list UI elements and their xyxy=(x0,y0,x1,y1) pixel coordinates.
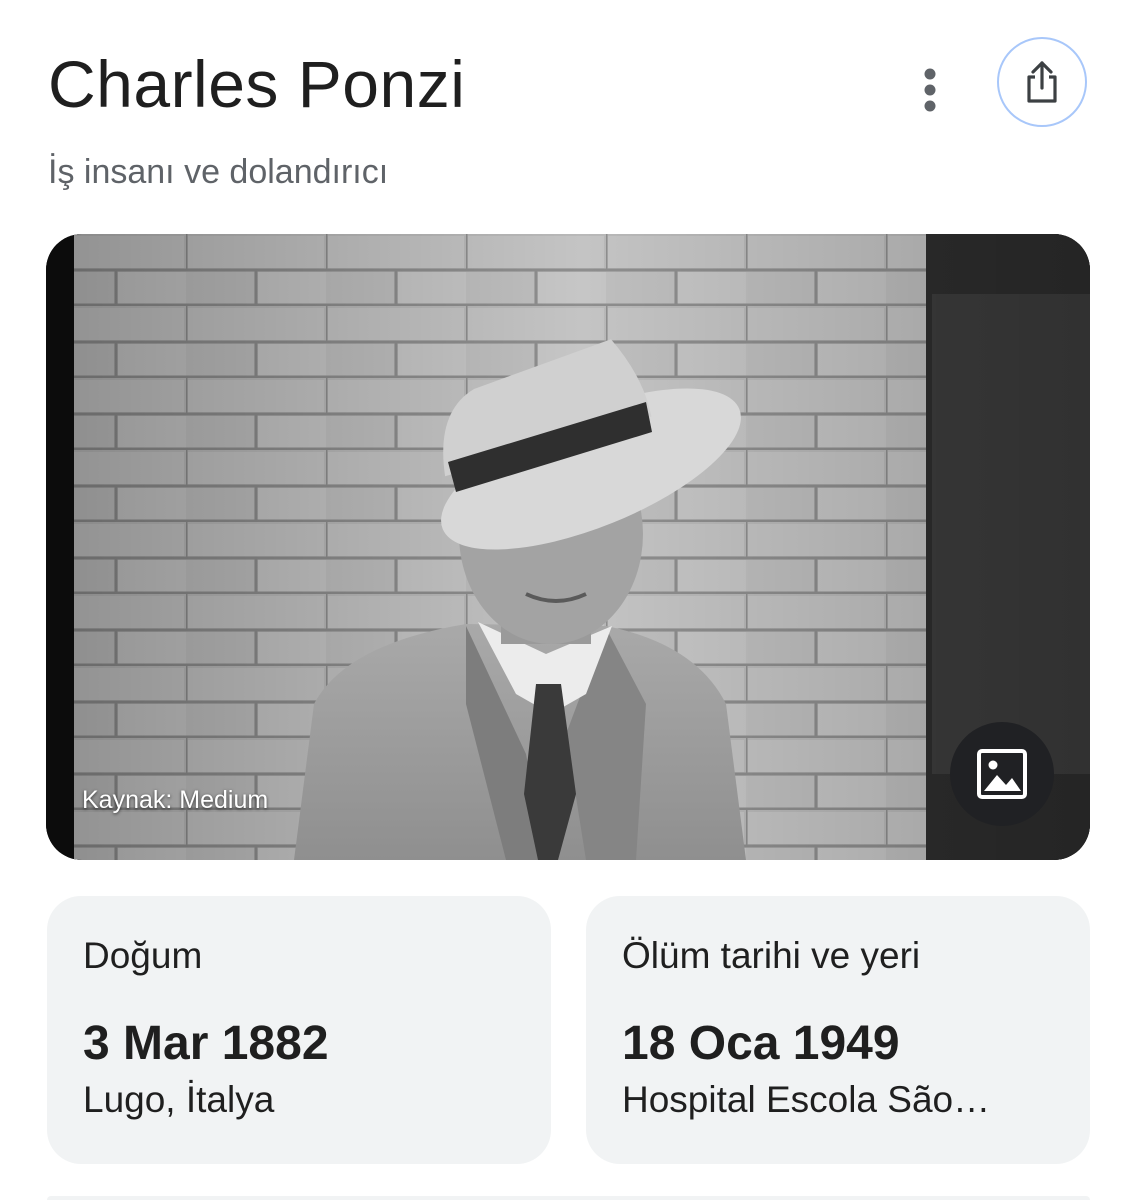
image-source-caption[interactable]: Kaynak: Medium xyxy=(82,786,268,815)
share-icon xyxy=(1027,61,1057,103)
knowledge-panel: Charles Ponzi İş insanı ve dolandırıcı K… xyxy=(0,0,1136,1200)
portrait-photo xyxy=(46,234,1090,860)
next-card-edge xyxy=(47,1196,1090,1200)
death-place: Hospital Escola São… xyxy=(622,1079,991,1120)
page-subtitle: İş insanı ve dolandırıcı xyxy=(48,153,389,191)
birth-place: Lugo, İtalya xyxy=(83,1079,275,1120)
page-title: Charles Ponzi xyxy=(48,47,466,121)
photo-card[interactable]: Kaynak: Medium xyxy=(46,234,1090,860)
more-vertical-icon xyxy=(924,68,936,112)
birth-label: Doğum xyxy=(83,935,203,976)
death-label: Ölüm tarihi ve yeri xyxy=(622,935,921,976)
image-icon xyxy=(977,749,1027,799)
birth-date: 3 Mar 1882 xyxy=(83,1017,329,1070)
view-images-button[interactable] xyxy=(950,722,1054,826)
death-card[interactable]: Ölüm tarihi ve yeri 18 Oca 1949 Hospital… xyxy=(586,896,1090,1164)
share-button[interactable] xyxy=(997,37,1087,127)
birth-card[interactable]: Doğum 3 Mar 1882 Lugo, İtalya xyxy=(47,896,551,1164)
more-options-button[interactable] xyxy=(900,60,960,120)
death-date: 18 Oca 1949 xyxy=(622,1017,900,1070)
